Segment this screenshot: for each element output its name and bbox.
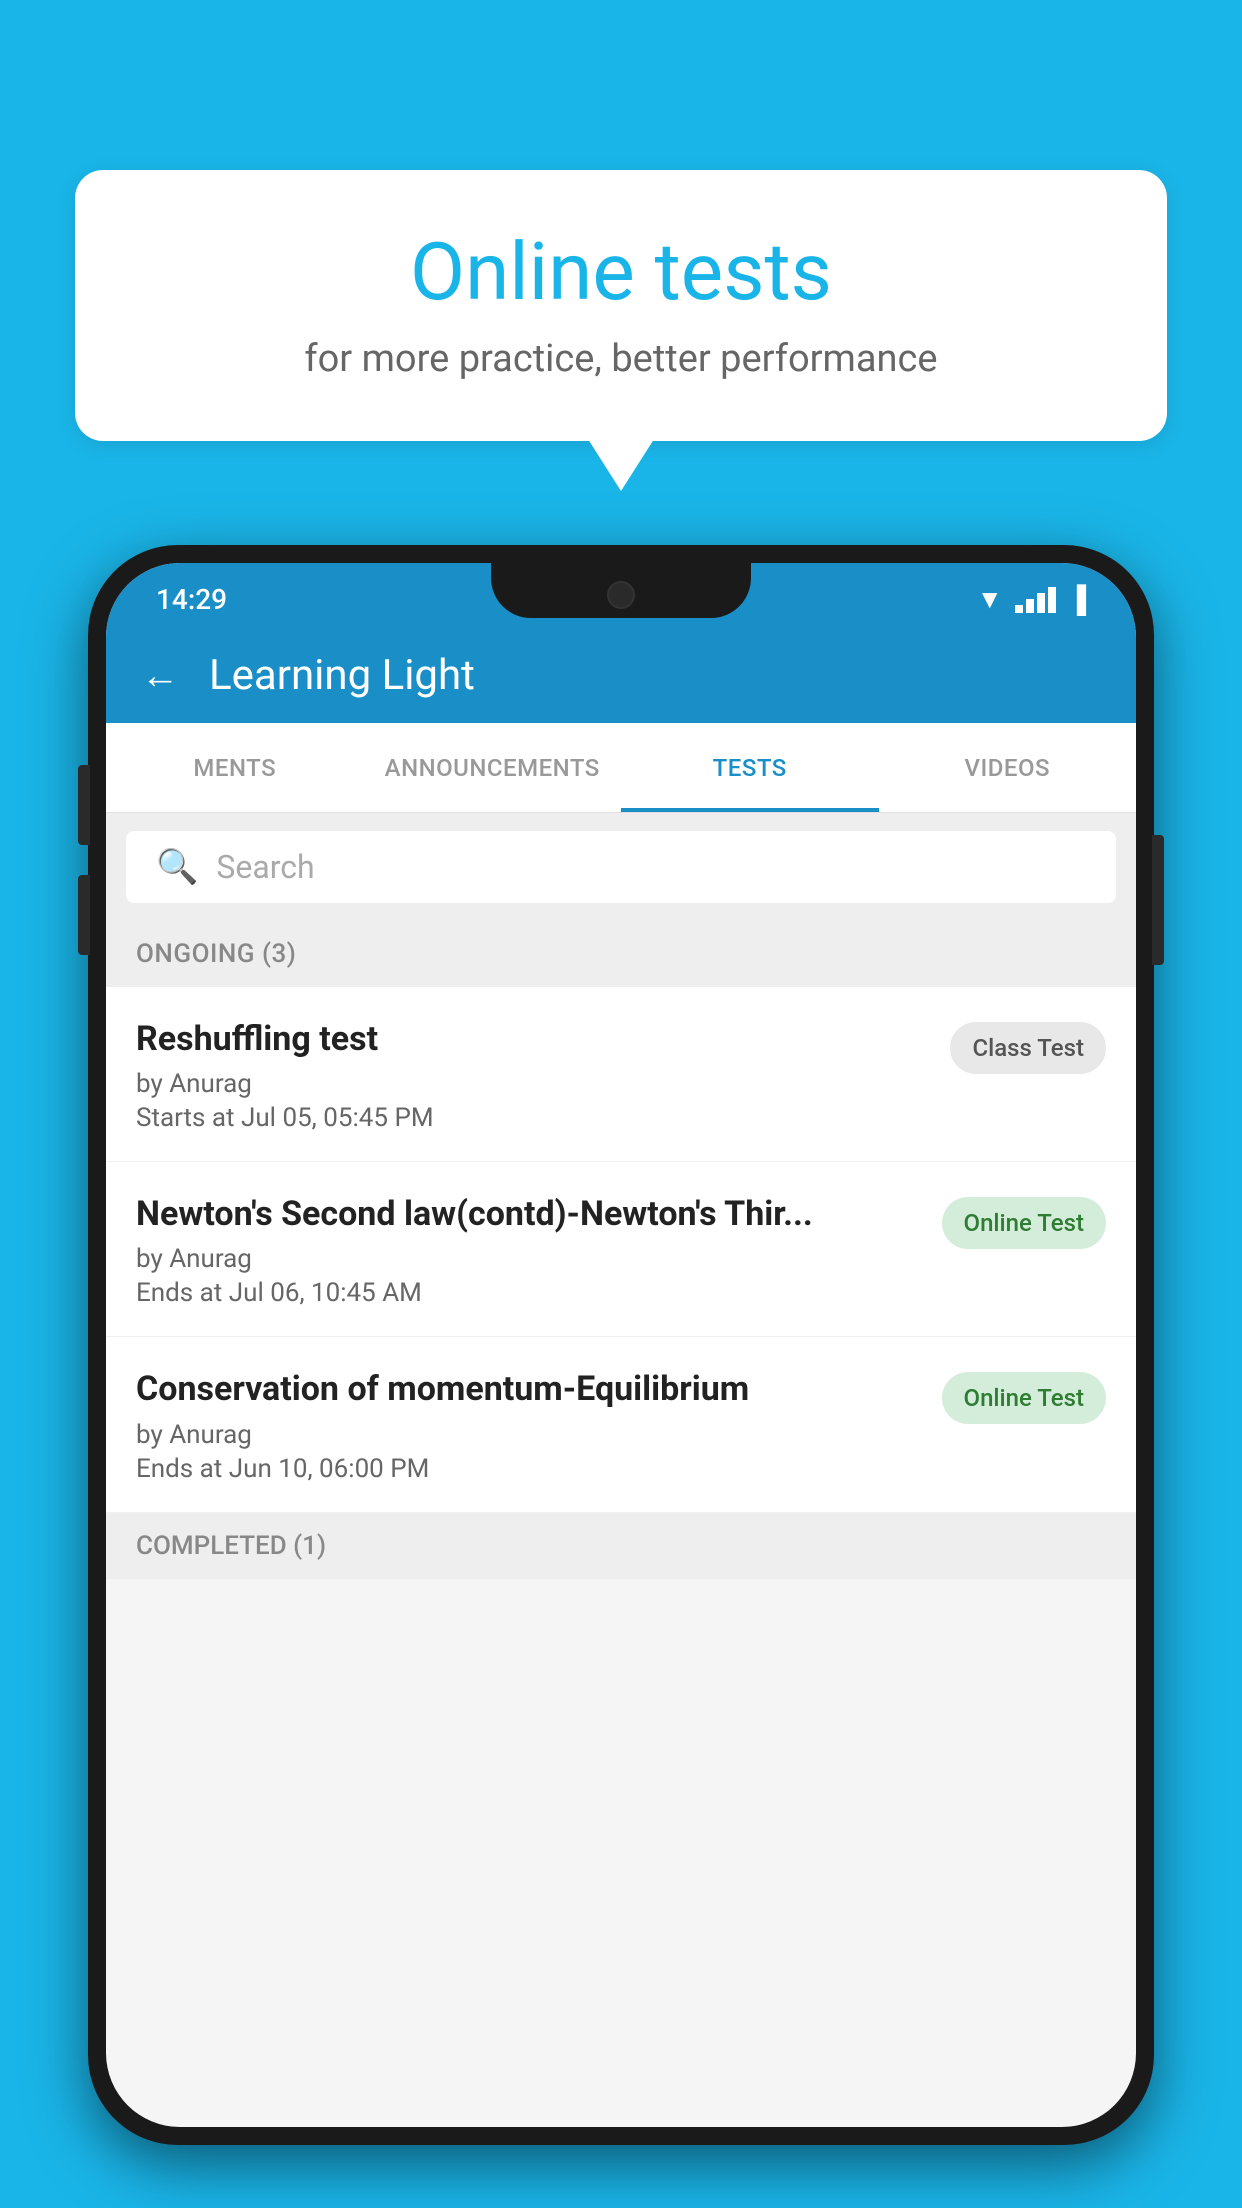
test-author-2: by Anurag <box>136 1244 922 1274</box>
test-item-1[interactable]: Reshuffling test by Anurag Starts at Jul… <box>106 987 1136 1162</box>
test-author-1: by Anurag <box>136 1069 930 1099</box>
test-info-3: Conservation of momentum-Equilibrium by … <box>136 1367 942 1483</box>
status-icons: ▼ ▐ <box>977 584 1086 615</box>
test-author-3: by Anurag <box>136 1420 922 1450</box>
back-button[interactable]: ← <box>141 654 179 698</box>
test-title-3: Conservation of momentum-Equilibrium <box>136 1367 922 1411</box>
test-title-2: Newton's Second law(contd)-Newton's Thir… <box>136 1192 922 1236</box>
phone-container: 14:29 ▼ ▐ ← Learn <box>88 545 1154 2208</box>
ongoing-label: ONGOING (3) <box>136 939 296 969</box>
tab-assignments[interactable]: MENTS <box>106 723 364 812</box>
test-info-1: Reshuffling test by Anurag Starts at Jul… <box>136 1017 950 1133</box>
test-info-2: Newton's Second law(contd)-Newton's Thir… <box>136 1192 942 1308</box>
tab-videos[interactable]: VIDEOS <box>879 723 1137 812</box>
test-time-2: Ends at Jul 06, 10:45 AM <box>136 1278 922 1308</box>
search-bar-container: 🔍 Search <box>106 813 1136 921</box>
test-time-1: Starts at Jul 05, 05:45 PM <box>136 1103 930 1133</box>
test-title-1: Reshuffling test <box>136 1017 930 1061</box>
ongoing-section-header: ONGOING (3) <box>106 921 1136 987</box>
speech-bubble-title: Online tests <box>135 225 1107 319</box>
phone-screen: 14:29 ▼ ▐ ← Learn <box>106 563 1136 2127</box>
app-header: ← Learning Light <box>106 628 1136 723</box>
front-camera <box>607 581 635 609</box>
tab-bar: MENTS ANNOUNCEMENTS TESTS VIDEOS <box>106 723 1136 813</box>
battery-icon: ▐ <box>1068 584 1086 615</box>
search-icon: 🔍 <box>156 847 198 887</box>
app-title: Learning Light <box>209 651 475 700</box>
volume-up-button <box>78 765 90 845</box>
test-item-2[interactable]: Newton's Second law(contd)-Newton's Thir… <box>106 1162 1136 1337</box>
test-badge-3: Online Test <box>942 1372 1106 1424</box>
test-item-3[interactable]: Conservation of momentum-Equilibrium by … <box>106 1337 1136 1512</box>
tab-tests[interactable]: TESTS <box>621 723 879 812</box>
signal-icon <box>1015 587 1056 613</box>
wifi-icon: ▼ <box>977 584 1003 615</box>
phone-frame: 14:29 ▼ ▐ ← Learn <box>88 545 1154 2145</box>
test-badge-2: Online Test <box>942 1197 1106 1249</box>
test-time-3: Ends at Jun 10, 06:00 PM <box>136 1454 922 1484</box>
test-badge-1: Class Test <box>950 1022 1106 1074</box>
search-bar[interactable]: 🔍 Search <box>126 831 1116 903</box>
speech-bubble: Online tests for more practice, better p… <box>75 170 1167 441</box>
test-list: Reshuffling test by Anurag Starts at Jul… <box>106 987 1136 1513</box>
tab-announcements[interactable]: ANNOUNCEMENTS <box>364 723 622 812</box>
phone-notch <box>491 563 751 618</box>
speech-bubble-subtitle: for more practice, better performance <box>135 337 1107 381</box>
search-input[interactable]: Search <box>216 848 314 886</box>
completed-section-peek: COMPLETED (1) <box>106 1513 1136 1579</box>
status-time: 14:29 <box>156 583 227 616</box>
power-button <box>1152 835 1164 965</box>
volume-down-button <box>78 875 90 955</box>
completed-label: COMPLETED (1) <box>136 1531 326 1561</box>
